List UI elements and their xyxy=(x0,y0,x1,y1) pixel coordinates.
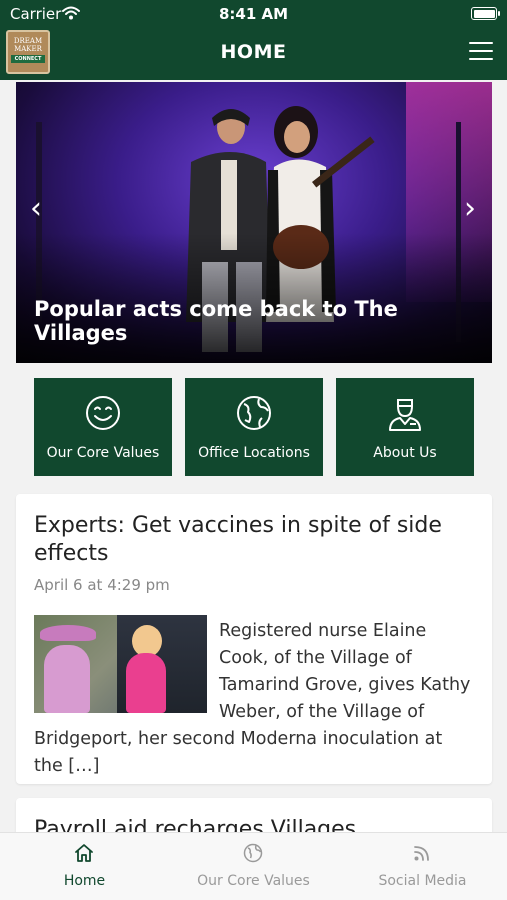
core-values-label: Our Core Values xyxy=(46,445,160,461)
globe-icon xyxy=(243,843,263,863)
article-excerpt: Registered nurse Elaine Cook, of the Vil… xyxy=(34,618,474,780)
hero-caption[interactable]: Popular acts come back to The Villages xyxy=(34,297,474,345)
chevron-left-icon[interactable]: ‹ xyxy=(30,194,42,224)
page-title: HOME xyxy=(220,41,287,63)
tab-home-label: Home xyxy=(63,873,106,889)
tab-home[interactable]: Home xyxy=(0,833,169,900)
user-badge-icon xyxy=(389,399,421,431)
app-header: Carrier 8:41 AM DREAM MAKER CONNECT HOME xyxy=(0,0,507,80)
article-excerpt-text: Registered nurse Elaine Cook, of the Vil… xyxy=(34,621,471,776)
status-bar: Carrier 8:41 AM xyxy=(0,0,507,28)
quick-links: Our Core Values Office Locations About U… xyxy=(34,378,474,476)
about-us-tile[interactable]: About Us xyxy=(336,378,474,476)
hero-carousel[interactable]: ‹ › Popular acts come back to The Villag… xyxy=(16,82,492,363)
smiley-icon xyxy=(86,396,120,430)
office-locations-label: Office Locations xyxy=(198,445,310,461)
status-time: 8:41 AM xyxy=(218,5,289,23)
tab-core-values[interactable]: Our Core Values xyxy=(169,833,338,900)
battery-icon xyxy=(471,7,500,20)
globe-icon xyxy=(237,396,271,430)
hamburger-menu-icon[interactable] xyxy=(469,42,493,61)
tab-social-media[interactable]: Social Media xyxy=(338,833,507,900)
tab-social-media-label: Social Media xyxy=(378,873,467,889)
core-values-tile[interactable]: Our Core Values xyxy=(34,378,172,476)
chevron-right-icon[interactable]: › xyxy=(464,194,476,224)
home-icon xyxy=(75,844,93,862)
tab-core-values-label: Our Core Values xyxy=(197,873,310,889)
article-title[interactable]: Experts: Get vaccines in spite of side e… xyxy=(34,512,474,568)
article-card[interactable]: Experts: Get vaccines in spite of side e… xyxy=(16,494,492,784)
bottom-tab-bar: Home Our Core Values Social Media xyxy=(0,832,507,900)
rss-icon xyxy=(414,846,429,861)
article-date: April 6 at 4:29 pm xyxy=(34,576,170,594)
office-locations-tile[interactable]: Office Locations xyxy=(185,378,323,476)
about-us-label: About Us xyxy=(373,445,437,461)
